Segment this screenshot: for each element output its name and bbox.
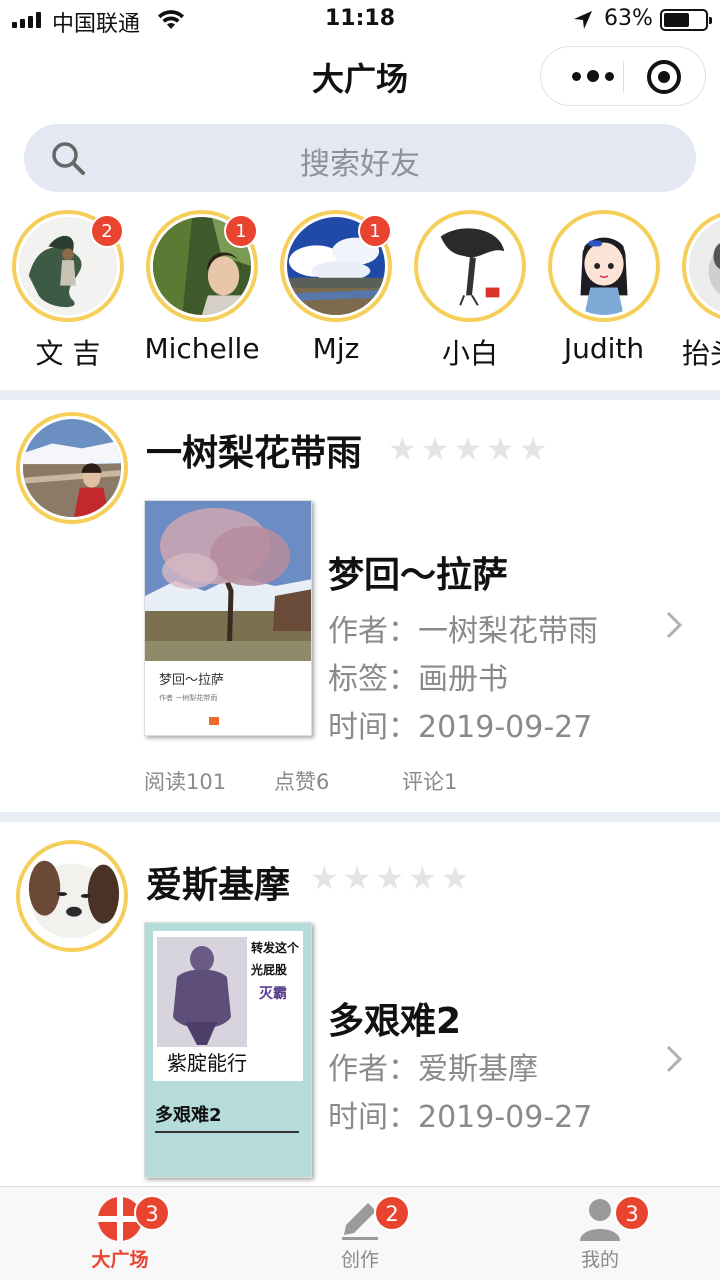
comment-count[interactable]: 评论1 bbox=[402, 766, 457, 796]
location-arrow-icon bbox=[574, 11, 592, 29]
avatar[interactable] bbox=[16, 412, 128, 524]
avatar bbox=[414, 210, 526, 322]
star-icon: ★ bbox=[486, 430, 515, 468]
cover-caption: 光屁股 bbox=[251, 963, 288, 977]
like-count[interactable]: 点赞6 bbox=[274, 766, 329, 796]
avatar[interactable] bbox=[16, 840, 128, 952]
publisher-logo-icon bbox=[209, 717, 219, 725]
more-menu-button[interactable] bbox=[563, 47, 623, 105]
cover-caption: 紫腚能行 bbox=[167, 1051, 247, 1075]
section-divider bbox=[0, 390, 720, 400]
book-cover[interactable]: 转发这个 光屁股 灭霸 紫腚能行 多艰难2 bbox=[144, 922, 312, 1178]
avatar bbox=[548, 210, 660, 322]
star-icon: ★ bbox=[342, 859, 372, 897]
battery-percentage: 63% bbox=[604, 6, 653, 31]
nav-bar: 大广场 bbox=[0, 40, 720, 116]
cover-figure bbox=[157, 937, 247, 1047]
book-cover-photo bbox=[145, 501, 311, 662]
tab-plaza[interactable]: 3 大广场 bbox=[0, 1187, 240, 1280]
search-input[interactable]: 搜索好友 bbox=[24, 124, 696, 192]
star-icon: ★ bbox=[420, 430, 450, 468]
star-icon: ★ bbox=[375, 859, 405, 897]
cover-caption: 转发这个 bbox=[251, 941, 300, 955]
avatar bbox=[682, 210, 720, 322]
cover-underline bbox=[155, 1131, 299, 1133]
book-time: 时间：2019-09-27 bbox=[328, 710, 593, 745]
star-icon: ★ bbox=[310, 859, 339, 897]
cover-caption: 灭霸 bbox=[259, 986, 287, 1002]
book-cover[interactable]: 梦回～拉萨 作者 一树梨花带雨 bbox=[144, 500, 312, 736]
chevron-right-icon[interactable] bbox=[664, 610, 684, 640]
read-count: 阅读101 bbox=[144, 770, 227, 794]
book-author: 作者：一树梨花带雨 bbox=[328, 614, 598, 649]
tab-label: 创作 bbox=[340, 1249, 379, 1271]
capsule-divider bbox=[623, 61, 624, 93]
friends-row: 2 文 吉 1 Michelle 1 Mjz 小白 Judith 抬头 bbox=[0, 208, 720, 384]
feed-card[interactable]: 爱斯基摩 ★ ★ ★ ★ ★ 转发这个 光屁股 灭霸 紫腚能行 多艰难2 多艰难2 作者… bbox=[0, 822, 720, 1186]
status-bar: 中国联通 11:18 63% bbox=[0, 0, 720, 40]
friend-item[interactable]: 抬头 bbox=[670, 208, 720, 378]
tab-badge: 3 bbox=[134, 1195, 170, 1231]
friend-item[interactable]: Judith bbox=[536, 208, 672, 378]
unread-badge: 1 bbox=[224, 214, 258, 248]
cover-author: 作者 一树梨花带雨 bbox=[159, 694, 218, 702]
cover-image: 转发这个 光屁股 灭霸 紫腚能行 bbox=[153, 931, 303, 1081]
book-time: 时间：2019-09-27 bbox=[328, 1100, 593, 1135]
chevron-right-icon[interactable] bbox=[664, 1044, 684, 1074]
friend-name: 抬头 bbox=[682, 337, 720, 370]
tab-label: 我的 bbox=[580, 1249, 619, 1271]
tab-create[interactable]: 2 创作 bbox=[240, 1187, 480, 1280]
star-icon: ★ bbox=[388, 430, 417, 468]
user-name[interactable]: 一树梨花带雨 bbox=[146, 424, 362, 476]
tab-bar: 3 大广场 2 创作 3 我的 bbox=[0, 1186, 720, 1280]
rating-stars: ★ ★ ★ ★ ★ bbox=[388, 433, 547, 465]
search-placeholder: 搜索好友 bbox=[300, 147, 420, 182]
tab-profile[interactable]: 3 我的 bbox=[480, 1187, 720, 1280]
star-icon: ★ bbox=[440, 859, 470, 897]
section-divider bbox=[0, 812, 720, 822]
unread-badge: 1 bbox=[358, 214, 392, 248]
star-icon: ★ bbox=[453, 430, 483, 468]
mini-program-capsule bbox=[540, 46, 706, 106]
cover-title: 梦回～拉萨 bbox=[159, 673, 225, 688]
cover-title: 多艰难2 bbox=[155, 1105, 222, 1126]
tab-label: 大广场 bbox=[91, 1249, 149, 1271]
user-name[interactable]: 爱斯基摩 bbox=[146, 856, 290, 908]
unread-badge: 2 bbox=[90, 214, 124, 248]
book-title[interactable]: 多艰难2 bbox=[328, 992, 461, 1044]
tab-badge: 3 bbox=[614, 1195, 650, 1231]
tab-badge: 2 bbox=[374, 1195, 410, 1231]
feed-card[interactable]: 一树梨花带雨 ★ ★ ★ ★ ★ 梦回～拉萨 作者 一树梨花带雨 梦回～拉萨 作者：一树… bbox=[0, 400, 720, 812]
battery-icon bbox=[660, 9, 712, 31]
rating-stars: ★ ★ ★ ★ ★ bbox=[310, 862, 469, 894]
book-title[interactable]: 梦回～拉萨 bbox=[328, 546, 508, 598]
book-author: 作者：爱斯基摩 bbox=[328, 1052, 538, 1087]
close-mini-program-button[interactable] bbox=[647, 60, 681, 94]
star-icon: ★ bbox=[408, 859, 437, 897]
friend-name: Judith bbox=[563, 332, 645, 365]
star-icon: ★ bbox=[518, 430, 548, 468]
book-tag: 标签：画册书 bbox=[328, 662, 508, 697]
